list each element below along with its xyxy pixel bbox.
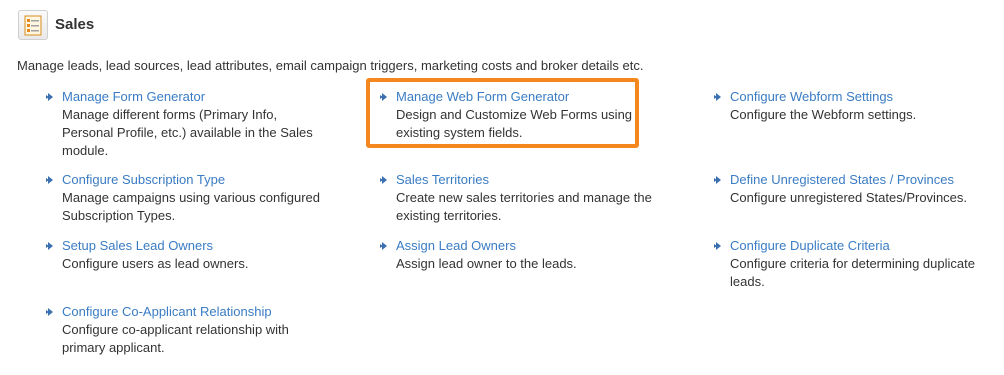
chevron-right-icon [46, 93, 53, 101]
highlight-box [366, 78, 639, 148]
chevron-right-icon [714, 93, 721, 101]
configure-duplicate-criteria-description: Configure criteria for determining dupli… [730, 256, 975, 289]
chevron-right-icon [714, 242, 721, 250]
chevron-right-icon [46, 176, 53, 184]
setup-sales-lead-owners-link[interactable]: Setup Sales Lead Owners [62, 237, 213, 255]
configure-co-applicant-relationship-link[interactable]: Configure Co-Applicant Relationship [62, 303, 272, 321]
define-unregistered-states-description: Configure unregistered States/Provinces. [730, 190, 968, 205]
chevron-right-icon [380, 242, 387, 250]
sales-territories-description: Create new sales territories and manage … [396, 190, 652, 223]
configure-co-applicant-relationship-description: Configure co-applicant relationship with… [62, 322, 289, 355]
chevron-right-icon [46, 242, 53, 250]
section-description: Manage leads, lead sources, lead attribu… [17, 58, 644, 73]
configure-webform-settings-link[interactable]: Configure Webform Settings [730, 88, 893, 106]
define-unregistered-states-link[interactable]: Define Unregistered States / Provinces [730, 171, 954, 189]
chevron-right-icon [380, 176, 387, 184]
manage-form-generator-link[interactable]: Manage Form Generator [62, 88, 205, 106]
configure-subscription-type-description: Manage campaigns using various configure… [62, 190, 320, 223]
chevron-right-icon [714, 176, 721, 184]
setup-sales-lead-owners-description: Configure users as lead owners. [62, 256, 249, 271]
configure-duplicate-criteria-link[interactable]: Configure Duplicate Criteria [730, 237, 890, 255]
chevron-right-icon [46, 308, 53, 316]
assign-lead-owners-description: Assign lead owner to the leads. [396, 256, 577, 271]
sales-document-icon [18, 10, 48, 40]
configure-subscription-type-link[interactable]: Configure Subscription Type [62, 171, 225, 189]
manage-form-generator-description: Manage different forms (Primary Info, Pe… [62, 107, 313, 158]
assign-lead-owners-link[interactable]: Assign Lead Owners [396, 237, 516, 255]
section-title: Sales [55, 16, 95, 33]
configure-webform-settings-description: Configure the Webform settings. [730, 107, 917, 122]
sales-territories-link[interactable]: Sales Territories [396, 171, 489, 189]
